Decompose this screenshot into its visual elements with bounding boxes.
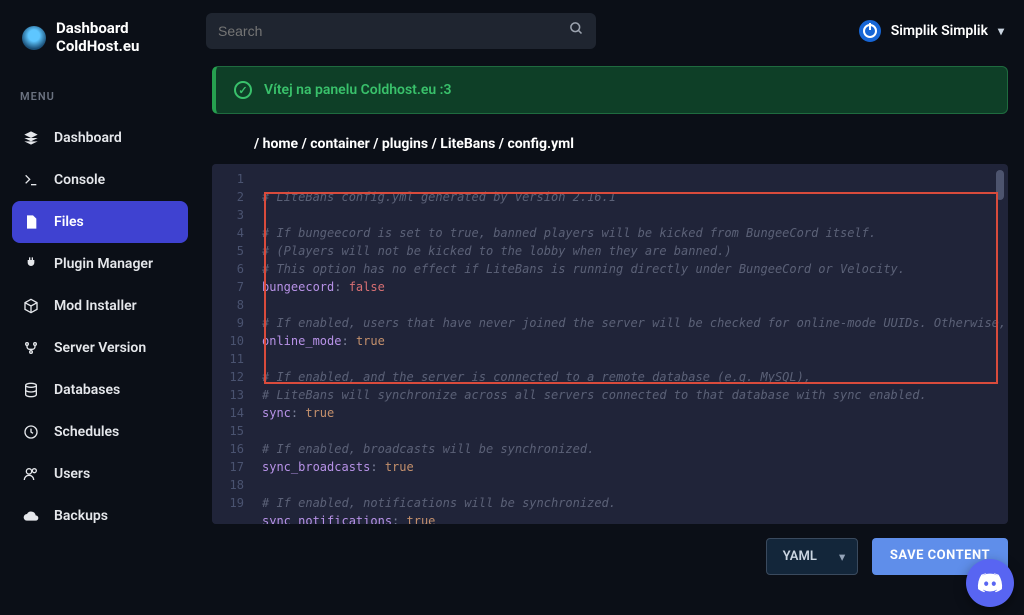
sidebar-item-label: Users [54,466,90,483]
layers-icon [22,129,40,147]
sidebar-item-label: Databases [54,382,120,399]
menu-section-label: MENU [12,90,188,103]
sidebar-item-schedules[interactable]: Schedules [12,411,188,453]
sidebar-item-label: Backups [54,508,108,525]
database-icon [22,381,40,399]
sidebar-item-label: Plugin Manager [54,256,153,273]
sidebar-item-console[interactable]: Console [12,159,188,201]
brand-line2: ColdHost.eu [56,38,139,55]
search-icon [569,21,584,40]
brand-logo-icon [22,26,46,50]
search-input[interactable] [218,23,584,39]
sidebar-item-backups[interactable]: Backups [12,495,188,537]
plug-icon [22,255,40,273]
check-circle-icon: ✓ [234,81,252,99]
sidebar-item-server-version[interactable]: Server Version [12,327,188,369]
sidebar-item-databases[interactable]: Databases [12,369,188,411]
code-content[interactable]: # LiteBans config.yml generated by versi… [252,164,1008,524]
code-editor[interactable]: 12345678910111213141516171819 # LiteBans… [212,164,1008,524]
banner-text: Vítej na panelu Coldhost.eu :3 [264,82,451,98]
sidebar-item-label: Schedules [54,424,119,441]
sidebar-item-files[interactable]: Files [12,201,188,243]
discord-button[interactable] [966,559,1014,607]
chevron-down-icon: ▾ [998,24,1004,38]
sidebar-item-label: Files [54,214,84,231]
user-menu[interactable]: Simplik Simplik ▾ [859,20,1004,42]
welcome-banner: ✓ Vítej na panelu Coldhost.eu :3 [212,66,1008,114]
discord-icon [977,570,1003,596]
brand[interactable]: Dashboard ColdHost.eu [0,10,200,45]
language-select-value: YAML [783,549,817,564]
search-input-wrap[interactable] [206,13,596,49]
terminal-icon [22,171,40,189]
sidebar-item-label: Dashboard [54,130,122,147]
cloud-icon [22,507,40,525]
sidebar-item-plugin-manager[interactable]: Plugin Manager [12,243,188,285]
language-select[interactable]: YAML ▾ [766,538,858,575]
chevron-down-icon: ▾ [839,550,845,563]
user-avatar-icon [859,20,881,42]
sidebar-item-label: Console [54,172,105,189]
clock-icon [22,423,40,441]
breadcrumb[interactable]: / home / container / plugins / LiteBans … [212,114,1008,164]
file-icon [22,213,40,231]
users-icon [22,465,40,483]
line-gutter: 12345678910111213141516171819 [212,164,252,524]
sidebar-item-dashboard[interactable]: Dashboard [12,117,188,159]
brand-line1: Dashboard [56,20,139,37]
user-name: Simplik Simplik [891,23,988,39]
sidebar-item-users[interactable]: Users [12,453,188,495]
sidebar-item-label: Mod Installer [54,298,137,315]
sidebar-item-mod-installer[interactable]: Mod Installer [12,285,188,327]
sidebar-item-label: Server Version [54,340,146,357]
cube-icon [22,297,40,315]
branch-icon [22,339,40,357]
